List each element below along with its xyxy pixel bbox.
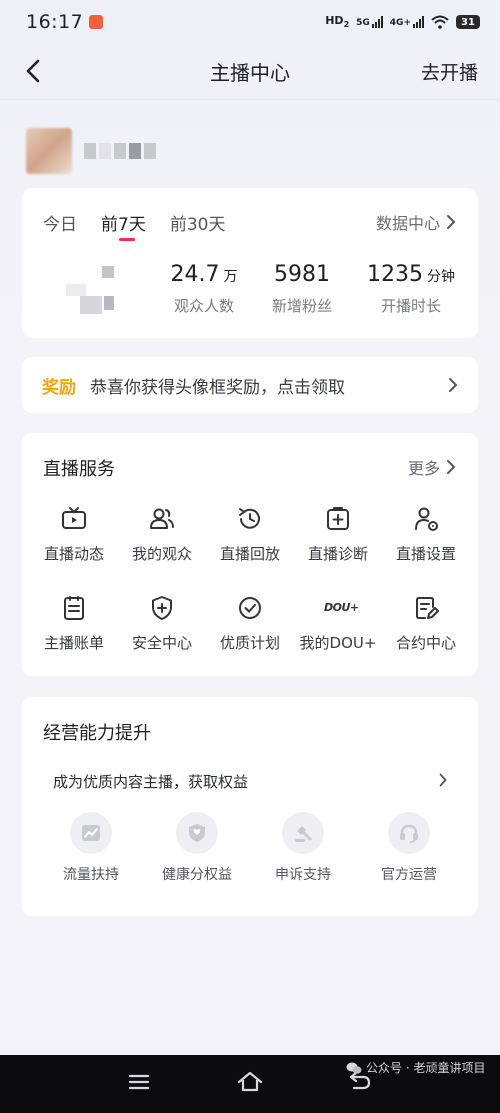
service-contract-center[interactable]: 合约中心: [382, 594, 470, 653]
stat-viewers-label: 观众人数: [173, 297, 234, 315]
status-indicators: HD2 5G 4G+ 31: [325, 14, 480, 30]
stat-viewers-unit: 万: [223, 269, 238, 285]
signal-5g-icon: 5G: [356, 16, 383, 28]
service-my-dou-plus[interactable]: DOU+ 我的DOU+: [294, 594, 382, 653]
notification-app-icon: [89, 15, 104, 29]
benefit-label: 流量扶持: [63, 867, 119, 883]
chevron-right-icon: [447, 215, 456, 229]
tab-today[interactable]: 今日: [43, 210, 77, 235]
check-circle-icon: [239, 597, 261, 619]
page-title: 主播中心: [210, 61, 290, 85]
stat-live-duration-label: 开播时长: [380, 297, 441, 315]
stat-live-duration-unit: 分钟: [427, 269, 455, 285]
dou-logo-icon: DOU+: [324, 601, 359, 614]
business-subtitle-link[interactable]: 成为优质内容主播，获取权益: [53, 771, 248, 792]
service-label: 主播账单: [43, 634, 104, 652]
chevron-right-icon: [439, 773, 447, 787]
menu-icon[interactable]: [128, 1073, 150, 1091]
benefit-health-score[interactable]: 健康分权益: [151, 812, 243, 884]
live-services-card: 直播服务 更多 直播动态 我的观众 直播回放 直播诊断 直播设置 主播账单 安全…: [22, 433, 478, 676]
reward-tag: 奖励: [42, 377, 76, 398]
data-center-label: 数据中心: [375, 214, 440, 233]
service-live-settings[interactable]: 直播设置: [382, 505, 470, 564]
service-label: 直播诊断: [307, 545, 368, 563]
more-label: 更多: [407, 459, 440, 478]
service-security-center[interactable]: 安全中心: [118, 594, 206, 653]
chevron-right-icon: [447, 460, 456, 474]
signal-4g-icon: 4G+: [390, 16, 424, 28]
service-label: 直播回放: [219, 545, 280, 563]
service-my-audience[interactable]: 我的观众: [118, 505, 206, 564]
service-label: 我的观众: [131, 545, 192, 563]
status-bar: 16:17 HD2 5G 4G+ 31: [0, 0, 500, 44]
service-label: 优质计划: [219, 634, 280, 652]
data-center-link[interactable]: 数据中心: [376, 210, 456, 234]
back-arrow-icon[interactable]: [20, 56, 50, 86]
service-label: 直播设置: [395, 545, 456, 563]
traffic-icon: [70, 812, 112, 854]
watermark-text: 公众号 · 老顽童讲项目: [366, 1061, 486, 1075]
chevron-right-icon: [449, 378, 458, 392]
business-capability-card: 经营能力提升 成为优质内容主播，获取权益 流量扶持 健康分权益 申诉支持 官方运…: [22, 697, 478, 916]
wifi-icon: [431, 15, 449, 29]
stat-live-duration-value: 1235: [367, 262, 423, 287]
benefit-label: 健康分权益: [162, 867, 232, 883]
watermark: 公众号 · 老顽童讲项目: [346, 1059, 485, 1076]
stat-new-fans-value: 5981: [274, 262, 330, 287]
audience-icon: [150, 508, 174, 529]
reward-banner[interactable]: 奖励 恭喜你获得头像框奖励，点击领取: [22, 357, 478, 413]
tab-7-days[interactable]: 前7天: [101, 210, 146, 241]
reward-text: 恭喜你获得头像框奖励，点击领取: [90, 377, 345, 398]
benefit-traffic-support[interactable]: 流量扶持: [45, 812, 137, 884]
hd-indicator: HD2: [325, 14, 350, 30]
benefit-label: 官方运营: [381, 867, 437, 883]
service-live-diagnosis[interactable]: 直播诊断: [294, 505, 382, 564]
contract-edit-icon: [416, 597, 439, 619]
stat-live-duration[interactable]: 1235 分钟 开播时长: [348, 262, 474, 316]
more-services-link[interactable]: 更多: [408, 455, 456, 479]
diagnose-icon: [327, 507, 349, 530]
benefit-label: 申诉支持: [275, 867, 331, 883]
stat-new-fans-label: 新增粉丝: [271, 297, 332, 315]
business-capability-title: 经营能力提升: [43, 723, 151, 744]
service-label: 我的DOU+: [299, 634, 377, 652]
tab-30-days[interactable]: 前30天: [170, 210, 226, 235]
nickname-redacted: [84, 143, 156, 159]
status-time: 16:17: [26, 11, 84, 33]
home-icon[interactable]: [236, 1070, 264, 1092]
headset-icon: [388, 812, 430, 854]
shield-plus-icon: [152, 596, 172, 620]
stats-card: 今日 前7天 前30天 数据中心 24.7 万 观众人数 5981 新增粉丝 12…: [22, 188, 478, 338]
avatar[interactable]: [26, 128, 72, 174]
tv-icon: [62, 507, 86, 529]
wechat-icon: [346, 1062, 362, 1074]
appeal-gavel-icon: [282, 812, 324, 854]
service-live-feed[interactable]: 直播动态: [30, 505, 118, 564]
go-live-button[interactable]: 去开播: [421, 58, 478, 85]
stat-viewers-value: 24.7: [170, 262, 220, 287]
service-quality-plan[interactable]: 优质计划: [206, 594, 294, 653]
stat-viewers[interactable]: 24.7 万 观众人数: [150, 262, 258, 316]
service-live-replay[interactable]: 直播回放: [206, 505, 294, 564]
live-services-title: 直播服务: [43, 459, 115, 480]
replay-clock-icon: [239, 508, 260, 529]
service-label: 安全中心: [131, 634, 192, 652]
service-anchor-bill[interactable]: 主播账单: [30, 594, 118, 653]
stat-new-fans[interactable]: 5981 新增粉丝: [250, 262, 354, 316]
health-shield-icon: [176, 812, 218, 854]
benefit-official-operation[interactable]: 官方运营: [363, 812, 455, 884]
battery-icon: 31: [456, 15, 480, 29]
user-settings-icon: [415, 507, 438, 531]
stats-avatar-redacted: [66, 266, 126, 314]
stats-period-tabs: 今日 前7天 前30天: [43, 210, 226, 241]
nav-bar: 主播中心 去开播: [0, 44, 500, 100]
service-label: 直播动态: [43, 545, 104, 563]
bill-icon: [64, 596, 84, 620]
service-label: 合约中心: [395, 634, 456, 652]
benefit-appeal-support[interactable]: 申诉支持: [257, 812, 349, 884]
profile-header[interactable]: [26, 128, 156, 174]
